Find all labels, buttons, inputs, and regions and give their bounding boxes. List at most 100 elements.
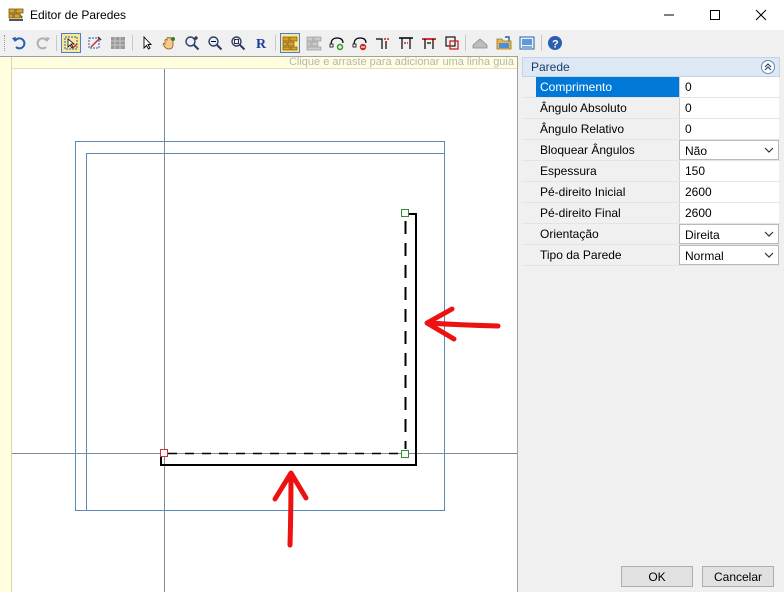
room-outline-inner (86, 153, 444, 510)
collapse-category-button[interactable] (761, 60, 775, 74)
wall-editor-window: Editor de Paredes R ? Clique e arraste p… (0, 0, 784, 592)
split-wall-icon (376, 38, 390, 49)
pointer-icon (143, 35, 153, 50)
wall-corner-node[interactable] (401, 450, 409, 458)
ok-button[interactable]: OK (621, 566, 693, 587)
chevron-down-icon[interactable] (764, 251, 774, 259)
zoom-window-button[interactable] (205, 33, 225, 53)
property-row[interactable]: Bloquear Ângulos Não (522, 140, 780, 161)
property-label[interactable]: Comprimento (536, 77, 679, 97)
grid-button[interactable] (108, 33, 128, 53)
property-value-field[interactable]: 150 (679, 161, 779, 181)
property-row[interactable]: Orientação Direita (522, 224, 780, 245)
remove-node-icon (352, 37, 367, 51)
svg-text:?: ? (552, 39, 559, 51)
wall-grid-icon (306, 36, 322, 51)
window-title: Editor de Paredes (30, 8, 127, 22)
image-button[interactable] (517, 33, 537, 53)
help-button[interactable]: ? (545, 33, 565, 53)
property-row[interactable]: Ângulo Absoluto 0 (522, 98, 780, 119)
toolbar-separator (275, 35, 276, 51)
zoom-extents-icon (231, 36, 246, 51)
remove-node-button[interactable] (350, 33, 370, 53)
property-value: 2600 (685, 206, 712, 220)
toolbar-separator (56, 35, 57, 51)
property-label[interactable]: Ângulo Relativo (536, 119, 679, 139)
redraw-button[interactable]: R (251, 33, 271, 53)
chevron-down-icon[interactable] (764, 230, 774, 238)
property-dropdown[interactable]: Normal (679, 245, 779, 265)
wall-snap-icon (282, 36, 298, 51)
property-row[interactable]: Tipo da Parede Normal (522, 245, 780, 266)
add-node-button[interactable] (327, 33, 347, 53)
property-value-field[interactable]: 0 (679, 119, 779, 139)
pan-hand-button[interactable] (159, 33, 179, 53)
wall-grid-button[interactable] (304, 33, 324, 53)
align-top-button[interactable] (396, 33, 416, 53)
drawing-surface[interactable] (0, 57, 518, 592)
property-value: Direita (685, 228, 720, 242)
maximize-icon (710, 10, 720, 20)
close-icon (755, 9, 767, 21)
row-gutter (522, 140, 536, 160)
property-row[interactable]: Ângulo Relativo 0 (522, 119, 780, 140)
offset-wall-button[interactable] (442, 33, 462, 53)
property-label[interactable]: Bloquear Ângulos (536, 140, 679, 160)
align-top-icon (399, 37, 413, 49)
property-row[interactable]: Pé-direito Final 2600 (522, 203, 780, 224)
property-value-field[interactable]: 0 (679, 77, 779, 97)
close-button[interactable] (738, 0, 784, 30)
roof-icon (472, 38, 488, 49)
property-value: Não (685, 144, 708, 158)
property-rows: Comprimento 0 Ângulo Absoluto 0 Ângulo Relat… (522, 77, 780, 266)
wall-solid-outline[interactable] (160, 213, 417, 466)
property-value-field[interactable]: 0 (679, 98, 779, 118)
open-file-button[interactable] (494, 33, 514, 53)
property-dropdown[interactable]: Direita (679, 224, 779, 244)
redo-button[interactable] (33, 33, 53, 53)
property-label[interactable]: Espessura (536, 161, 679, 181)
undo-button[interactable] (9, 33, 29, 53)
split-wall-button[interactable] (373, 33, 393, 53)
cancel-button[interactable]: Cancelar (702, 566, 774, 587)
property-label[interactable]: Pé-direito Inicial (536, 182, 679, 202)
help-icon: ? (548, 36, 562, 51)
wall-start-node[interactable] (160, 449, 168, 457)
toolbar-separator (465, 35, 466, 51)
select-wall-button[interactable] (61, 33, 81, 53)
red-arrow-bottom (272, 470, 309, 548)
property-label[interactable]: Pé-direito Final (536, 203, 679, 223)
maximize-button[interactable] (692, 0, 738, 30)
property-row[interactable]: Pé-direito Inicial 2600 (522, 182, 780, 203)
draw-wall-button[interactable] (85, 33, 105, 53)
property-label[interactable]: Tipo da Parede (536, 245, 679, 265)
property-value: 0 (685, 80, 692, 94)
property-value: Normal (685, 249, 724, 263)
toolbar-grip[interactable] (4, 35, 7, 51)
property-row[interactable]: Comprimento 0 (522, 77, 780, 98)
align-center-button[interactable] (419, 33, 439, 53)
zoom-extents-button[interactable] (228, 33, 248, 53)
property-label[interactable]: Orientação (536, 224, 679, 244)
redo-icon (36, 37, 50, 50)
property-value: 2600 (685, 185, 712, 199)
drawing-canvas[interactable]: Clique e arraste para adicionar uma linh… (0, 56, 518, 592)
property-value-field[interactable]: 2600 (679, 203, 779, 223)
property-value-field[interactable]: 2600 (679, 182, 779, 202)
wall-snap-button[interactable] (280, 33, 300, 53)
minimize-icon (664, 14, 674, 16)
pointer-button[interactable] (137, 33, 157, 53)
toolbar-separator (132, 35, 133, 51)
minimize-button[interactable] (646, 0, 692, 30)
row-gutter (522, 224, 536, 244)
property-dropdown[interactable]: Não (679, 140, 779, 160)
offset-wall-icon (445, 36, 459, 50)
roof-button[interactable] (470, 33, 490, 53)
wall-end-node-top[interactable] (401, 209, 409, 217)
property-label[interactable]: Ângulo Absoluto (536, 98, 679, 118)
category-header[interactable]: Parede (522, 57, 780, 77)
zoom-in-button[interactable] (182, 33, 202, 53)
chevron-down-icon[interactable] (764, 146, 774, 154)
row-gutter (522, 203, 536, 223)
property-row[interactable]: Espessura 150 (522, 161, 780, 182)
